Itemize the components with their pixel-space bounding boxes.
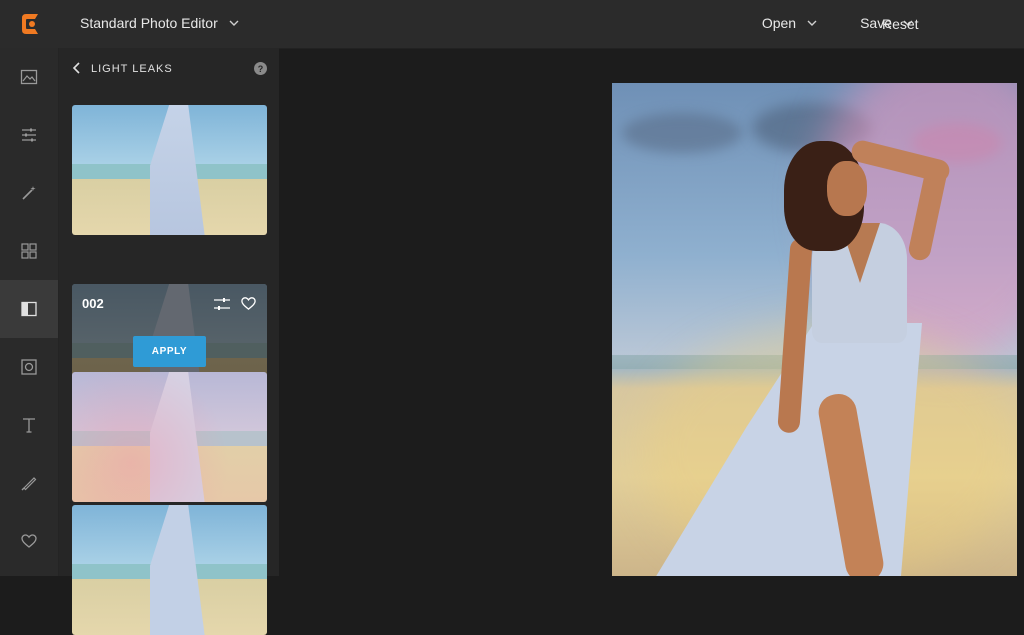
grid-icon	[21, 243, 37, 259]
light-leaks-icon	[21, 301, 37, 317]
magic-wand-icon	[22, 186, 36, 200]
rail-item-light-leaks[interactable]	[0, 280, 58, 338]
help-icon[interactable]: ?	[254, 62, 267, 75]
preset-thumbnail[interactable]	[72, 505, 267, 635]
favorite-heart-icon[interactable]	[240, 295, 257, 311]
chevron-down-icon	[229, 20, 239, 26]
rail-item-adjust[interactable]	[0, 106, 58, 164]
rail-item-effects[interactable]	[0, 164, 58, 222]
app-title: Standard Photo Editor	[80, 15, 218, 31]
open-label: Open	[761, 15, 797, 31]
adjust-icon[interactable]	[213, 296, 231, 312]
rail-item-text[interactable]	[0, 396, 58, 454]
preset-thumbnail[interactable]	[72, 372, 267, 502]
open-menu[interactable]: Open	[762, 15, 818, 31]
rail-item-frames[interactable]	[0, 338, 58, 396]
chevron-down-icon	[807, 20, 817, 26]
panel-header: LIGHT LEAKS ?	[59, 48, 279, 92]
apply-button[interactable]: APPLY	[133, 336, 206, 367]
heart-icon	[21, 534, 37, 548]
tool-rail	[0, 48, 59, 576]
text-icon	[23, 418, 35, 433]
app-title-dropdown[interactable]: Standard Photo Editor	[80, 15, 240, 31]
frame-icon	[21, 359, 37, 375]
image-icon	[20, 69, 38, 85]
rail-item-collage[interactable]	[0, 222, 58, 280]
light-leaks-panel: LIGHT LEAKS ? 002 APPLY	[59, 48, 279, 635]
preset-name: 002	[82, 296, 104, 311]
panel-title: LIGHT LEAKS	[91, 63, 173, 75]
preset-thumbnail[interactable]	[72, 105, 267, 235]
cloud	[622, 113, 742, 153]
back-arrow-icon[interactable]	[71, 61, 83, 75]
rail-item-draw[interactable]	[0, 454, 58, 512]
thumb-leak	[72, 372, 267, 502]
rail-item-image[interactable]	[0, 48, 58, 106]
face	[827, 161, 867, 216]
brush-icon	[21, 477, 37, 491]
rail-item-favorites[interactable]	[0, 512, 58, 570]
sliders-icon	[22, 128, 36, 142]
top-bar: Standard Photo Editor Open Save Reset	[0, 0, 1024, 49]
app-logo-icon[interactable]	[18, 12, 42, 36]
photo-canvas[interactable]	[612, 83, 1017, 576]
reset-button[interactable]: Reset	[882, 16, 919, 32]
